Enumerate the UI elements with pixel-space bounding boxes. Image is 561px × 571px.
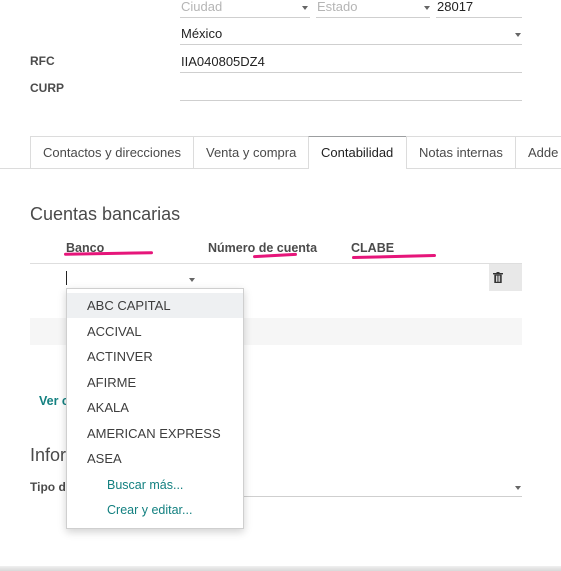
tipo-label: Tipo d [30, 480, 66, 494]
bank-dropdown: ABC CAPITAL ACCIVAL ACTINVER AFIRME AKAL… [66, 288, 244, 529]
country-field[interactable]: México [181, 26, 222, 41]
bank-section-title: Cuentas bancarias [30, 204, 181, 224]
state-field[interactable]: Estado [317, 0, 357, 14]
create-edit-link[interactable]: Crear y editar... [107, 503, 192, 517]
more-link[interactable]: Ver c [39, 394, 69, 408]
tab-venta-compra[interactable]: Venta y compra [193, 136, 309, 168]
city-field[interactable]: Ciudad [181, 0, 222, 14]
bank-chevron-down-icon[interactable] [189, 278, 195, 282]
zip-field[interactable]: 28017 [437, 0, 473, 14]
dropdown-option[interactable]: AFIRME [67, 370, 243, 395]
dropdown-option[interactable]: ABC CAPITAL [67, 293, 243, 318]
text-cursor [66, 271, 67, 285]
bank-input[interactable] [66, 268, 196, 288]
rfc-field[interactable]: IIA040805DZ4 [181, 54, 265, 69]
search-more-link[interactable]: Buscar más... [107, 478, 183, 492]
curp-label: CURP [30, 81, 65, 95]
state-chevron-down-icon[interactable] [424, 6, 430, 10]
section-2-title: Infor [30, 445, 67, 465]
tab-contactos[interactable]: Contactos y direcciones [30, 136, 194, 168]
dropdown-option[interactable]: ACCIVAL [67, 319, 243, 344]
column-header-numero-cuenta[interactable]: Número de cuenta [208, 241, 317, 255]
tab-notas-internas[interactable]: Notas internas [406, 136, 516, 168]
tab-adde[interactable]: Adde [515, 136, 561, 168]
dropdown-option[interactable]: ACTINVER [67, 344, 243, 369]
trash-icon [493, 272, 503, 283]
country-chevron-down-icon[interactable] [515, 33, 521, 37]
delete-row-button[interactable] [489, 264, 522, 291]
tab-contabilidad[interactable]: Contabilidad [308, 136, 407, 169]
dropdown-option[interactable]: ASEA [67, 446, 243, 471]
city-chevron-down-icon[interactable] [302, 6, 308, 10]
tipo-chevron-down-icon[interactable] [515, 486, 521, 490]
highlight-banco [63, 251, 154, 256]
dropdown-option[interactable]: AKALA [67, 395, 243, 420]
column-header-clabe[interactable]: CLABE [351, 241, 394, 255]
dropdown-option[interactable]: AMERICAN EXPRESS [67, 421, 243, 446]
rfc-label: RFC [30, 54, 55, 68]
